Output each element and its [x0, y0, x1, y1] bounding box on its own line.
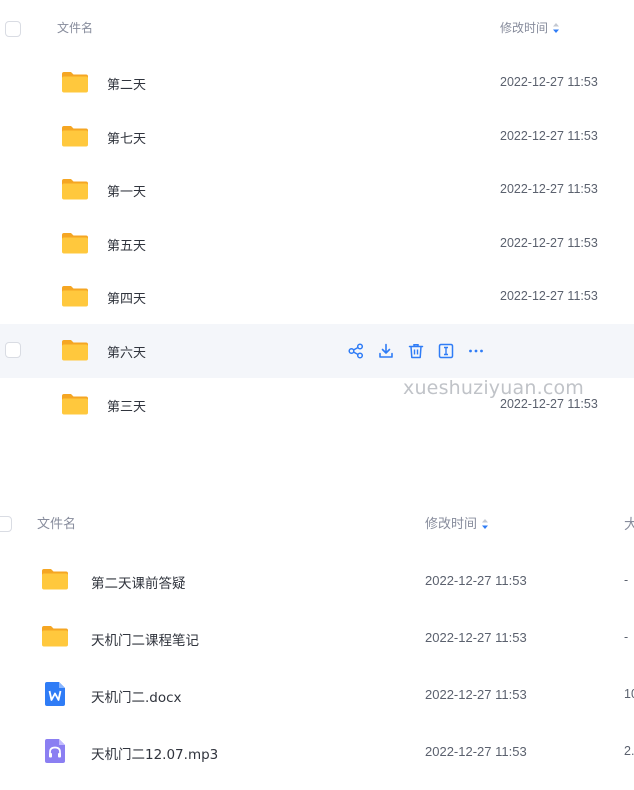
table-row[interactable]: 天机门二课程笔记 2022-12-27 11:53 - [0, 610, 634, 667]
folder-icon [62, 125, 88, 147]
table-row[interactable]: 第七天 2022-12-27 11:53 [0, 110, 634, 164]
rename-icon[interactable] [437, 342, 455, 360]
file-name[interactable]: 第六天 [107, 342, 146, 361]
file-size: 2. [624, 744, 634, 758]
header-modified-time-label: 修改时间 [500, 21, 549, 35]
modified-time: 2022-12-27 11:53 [500, 128, 598, 143]
file-list-panel-top: 文件名 修改时间 第二天 2022-12-27 11:53 第七天 2022-1… [0, 0, 634, 431]
file-name[interactable]: 第七天 [107, 128, 146, 147]
modified-time: 2022-12-27 11:53 [425, 744, 527, 759]
table-row[interactable]: 第五天 2022-12-27 11:53 [0, 217, 634, 271]
header-filename[interactable]: 文件名 [37, 497, 76, 553]
row-action-bar [347, 342, 485, 360]
table-row[interactable]: 天机门二12.07.mp3 2022-12-27 11:53 2. [0, 724, 634, 781]
file-name[interactable]: 第四天 [107, 288, 146, 307]
modified-time: 2022-12-27 11:53 [500, 235, 598, 250]
row-checkbox[interactable] [5, 341, 21, 358]
list-header: 文件名 修改时间 [0, 0, 634, 56]
file-name[interactable]: 第二天课前答疑 [91, 572, 186, 592]
modified-time: 2022-12-27 11:53 [500, 182, 598, 197]
select-all-checkbox[interactable] [5, 21, 21, 37]
delete-icon[interactable] [407, 342, 425, 360]
file-name[interactable]: 第三天 [107, 396, 146, 415]
watermark-text: xueshuziyuan.com [403, 377, 585, 399]
folder-icon [62, 339, 88, 361]
list-header: 文件名 修改时间 大 [0, 497, 634, 553]
folder-icon [42, 626, 68, 647]
folder-icon [62, 286, 88, 307]
header-modified-time[interactable]: 修改时间 [425, 497, 489, 553]
share-icon[interactable] [347, 342, 365, 360]
word-doc-icon [45, 682, 65, 706]
modified-time: 2022-12-27 11:53 [425, 630, 527, 645]
file-size: - [624, 573, 629, 587]
select-all-checkbox[interactable] [0, 516, 12, 532]
modified-time: 2022-12-27 11:53 [500, 75, 598, 89]
file-size: 10 [624, 687, 634, 701]
table-row[interactable]: 第二天 2022-12-27 11:53 [0, 56, 634, 110]
sort-icon[interactable] [552, 22, 560, 34]
header-modified-time-label: 修改时间 [425, 517, 478, 532]
header-filename[interactable]: 文件名 [57, 0, 93, 56]
file-name[interactable]: 第一天 [107, 181, 146, 200]
folder-icon [62, 179, 88, 200]
file-name[interactable]: 天机门二.docx [91, 686, 182, 706]
table-row[interactable]: 第一天 2022-12-27 11:53 [0, 163, 634, 217]
file-list-panel-bottom: 文件名 修改时间 大 第二天课前答疑 2022-12-27 11:53 - 天机… [0, 497, 634, 781]
modified-time: 2022-12-27 11:53 [425, 573, 527, 588]
file-name[interactable]: 天机门二课程笔记 [91, 629, 199, 649]
table-row[interactable]: 第四天 2022-12-27 11:53 [0, 270, 634, 324]
table-row-hovered[interactable]: 第六天 [0, 323, 634, 378]
folder-icon [42, 569, 68, 590]
file-size: - [624, 630, 629, 644]
more-icon[interactable] [467, 342, 485, 360]
header-modified-time[interactable]: 修改时间 [500, 0, 560, 56]
folder-icon [62, 393, 88, 415]
file-name[interactable]: 天机门二12.07.mp3 [91, 743, 218, 763]
file-name[interactable]: 第五天 [107, 235, 146, 254]
audio-file-icon [45, 739, 65, 763]
header-size[interactable]: 大 [624, 497, 634, 553]
table-row[interactable]: 第二天课前答疑 2022-12-27 11:53 - [0, 553, 634, 610]
download-icon[interactable] [377, 342, 395, 360]
folder-icon [62, 232, 88, 254]
file-name[interactable]: 第二天 [107, 74, 146, 93]
modified-time: 2022-12-27 11:53 [425, 687, 527, 702]
folder-icon [62, 72, 88, 93]
modified-time: 2022-12-27 11:53 [500, 289, 598, 304]
sort-icon[interactable] [481, 518, 489, 530]
table-row[interactable]: 天机门二.docx 2022-12-27 11:53 10 [0, 667, 634, 724]
